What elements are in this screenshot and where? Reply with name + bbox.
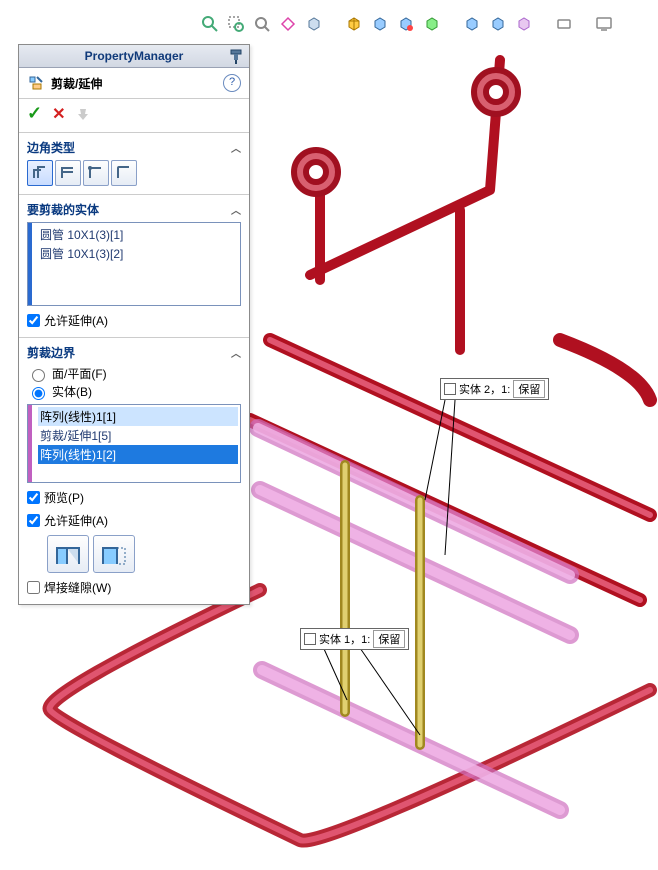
section-view-icon[interactable] [278, 14, 298, 34]
corner-type-1-button[interactable] [27, 160, 53, 186]
prev-view-icon[interactable] [252, 14, 272, 34]
list-item[interactable]: 圆管 10X1(3)[2] [38, 244, 238, 263]
boundary-section: 剪裁边界 ︿ 面/平面(F) 实体(B) 阵列(线性)1[1] 剪裁/延伸1[5]… [19, 338, 249, 604]
feature-name: 剪裁/延伸 [51, 75, 102, 92]
chevron-up-icon[interactable]: ︿ [231, 345, 241, 360]
ok-button[interactable]: ✓ [27, 103, 42, 124]
pushpin-icon[interactable] [76, 107, 90, 121]
callout-checkbox[interactable] [304, 633, 316, 645]
property-manager-panel: PropertyManager 剪裁/延伸 ? ✓ ✕ 边角类型 ︿ 要剪裁的实体… [18, 44, 250, 605]
corner-type-3-button[interactable] [83, 160, 109, 186]
chevron-up-icon[interactable]: ︿ [231, 140, 241, 155]
monitor-icon[interactable] [594, 14, 614, 34]
cancel-button[interactable]: ✕ [52, 104, 65, 124]
edit-appearance-icon[interactable] [396, 14, 416, 34]
preview-checkbox[interactable]: 预览(P) [27, 489, 241, 506]
list-item[interactable]: 阵列(线性)1[2] [38, 445, 238, 464]
boundary-listbox[interactable]: 阵列(线性)1[1] 剪裁/延伸1[5] 阵列(线性)1[2] [27, 404, 241, 483]
output-icon[interactable] [554, 14, 574, 34]
zoom-area-icon[interactable] [226, 14, 246, 34]
bodies-listbox[interactable]: 圆管 10X1(3)[1] 圆管 10X1(3)[2] [27, 222, 241, 306]
body-callout-2[interactable]: 实体 2，1: 保留 [440, 378, 549, 400]
pin-icon[interactable] [227, 47, 245, 65]
display-style-icon[interactable] [344, 14, 364, 34]
preview-mode-1-button[interactable] [47, 535, 89, 573]
allow-extend-checkbox[interactable]: 允许延伸(A) [27, 512, 241, 529]
draft-icon[interactable] [514, 14, 534, 34]
face-plane-radio[interactable]: 面/平面(F) [27, 365, 241, 382]
chevron-up-icon[interactable]: ︿ [231, 202, 241, 217]
pm-title: PropertyManager [85, 49, 184, 63]
list-item[interactable]: 圆管 10X1(3)[1] [38, 225, 238, 244]
corner-type-2-button[interactable] [55, 160, 81, 186]
body-callout-1[interactable]: 实体 1，1: 保留 [300, 628, 409, 650]
callout-checkbox[interactable] [444, 383, 456, 395]
allow-extend-checkbox[interactable]: 允许延伸(A) [27, 312, 241, 329]
feature-header: 剪裁/延伸 ? [19, 68, 249, 99]
view-settings-icon[interactable] [462, 14, 482, 34]
view-toolbar [200, 12, 646, 36]
corner-type-4-button[interactable] [111, 160, 137, 186]
help-icon[interactable]: ? [223, 74, 241, 92]
section-title: 剪裁边界 [27, 344, 75, 361]
weld-gap-checkbox[interactable]: 焊接缝隙(W) [27, 579, 241, 596]
bodies-section: 要剪裁的实体 ︿ 圆管 10X1(3)[1] 圆管 10X1(3)[2] 允许延伸… [19, 195, 249, 338]
apply-scene-icon[interactable] [422, 14, 442, 34]
trim-extend-icon [27, 74, 45, 92]
list-item[interactable]: 剪裁/延伸1[5] [38, 426, 238, 445]
preview-mode-2-button[interactable] [93, 535, 135, 573]
corner-type-section: 边角类型 ︿ [19, 133, 249, 195]
section-title: 要剪裁的实体 [27, 201, 99, 218]
confirm-row: ✓ ✕ [19, 99, 249, 133]
cube-icon[interactable] [488, 14, 508, 34]
list-item[interactable]: 阵列(线性)1[1] [38, 407, 238, 426]
pm-header: PropertyManager [19, 45, 249, 68]
zoom-fit-icon[interactable] [200, 14, 220, 34]
view-orient-icon[interactable] [304, 14, 324, 34]
section-title: 边角类型 [27, 139, 75, 156]
hide-show-icon[interactable] [370, 14, 390, 34]
bodies-radio[interactable]: 实体(B) [27, 383, 241, 400]
